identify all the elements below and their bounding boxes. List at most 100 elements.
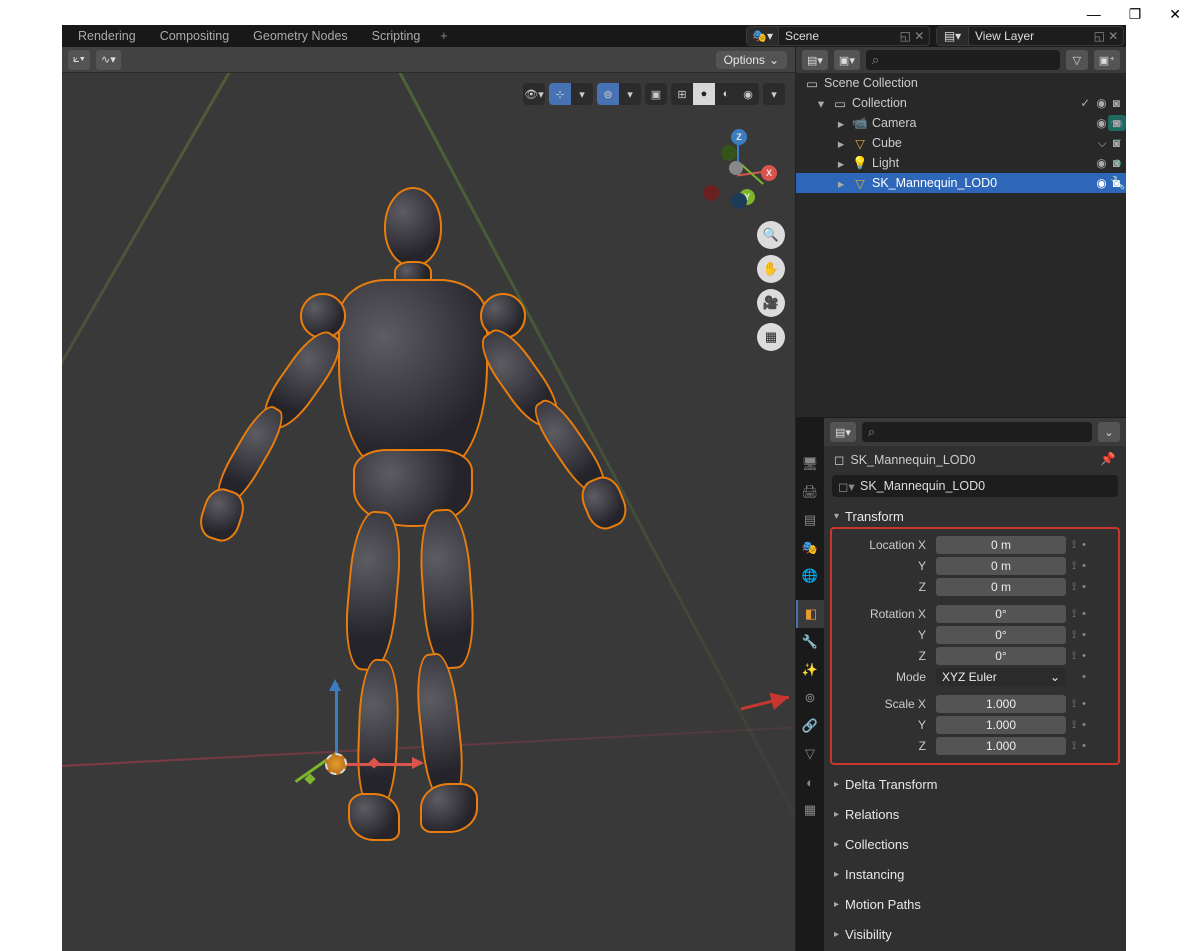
object-name-field[interactable]: ◻▾ SK_Mannequin_LOD0 <box>832 475 1118 497</box>
shading-material[interactable]: ◐ <box>715 83 737 105</box>
outliner-scene-collection[interactable]: ▭Scene Collection <box>796 73 1126 93</box>
tab-modifiers[interactable]: 🔧 <box>796 628 824 656</box>
section-motion-paths[interactable]: ▸Motion Paths <box>830 893 1120 915</box>
workspace-tab-geometry-nodes[interactable]: Geometry Nodes <box>243 25 357 47</box>
scene-selector-buttons[interactable]: ◱ ✕ <box>895 29 929 43</box>
location-z-input[interactable]: 0 m <box>936 578 1066 596</box>
outliner-filter-button[interactable]: ▽ <box>1066 50 1088 70</box>
pin-icon[interactable]: 📌 <box>1100 452 1116 467</box>
section-transform[interactable]: ▾ Transform <box>830 505 1120 527</box>
shading-solid[interactable]: ● <box>693 83 715 105</box>
gizmo-z-axis[interactable]: Z <box>731 129 747 145</box>
scale-x-input[interactable]: 1.000 <box>936 695 1066 713</box>
viewlayer-selector[interactable]: ▤▾ View Layer ◱ ✕ <box>936 26 1124 46</box>
perspective-toggle-button[interactable]: ▦ <box>757 323 785 351</box>
viewlayer-browse-icon: ▤▾ <box>937 27 969 45</box>
tab-object[interactable]: ◧ <box>796 600 824 628</box>
tab-particles[interactable]: ✨ <box>796 656 824 684</box>
section-collections[interactable]: ▸Collections <box>830 833 1120 855</box>
scene-browse-icon: 🎭▾ <box>747 27 779 45</box>
rotation-z-input[interactable]: 0° <box>936 647 1066 665</box>
gizmo-x-axis[interactable]: X <box>761 165 777 181</box>
location-y-input[interactable]: 0 m <box>936 557 1066 575</box>
tab-material[interactable]: ◐ <box>796 768 824 796</box>
tab-scene[interactable]: 🎭 <box>796 534 824 562</box>
viewport-3d[interactable]: 👁▾ ⊹ ▾ ⊚ ▾ ▣ ⊞ ● ◐ ◉ <box>62 73 795 951</box>
tab-world[interactable]: 🌐 <box>796 562 824 590</box>
scale-z-input[interactable]: 1.000 <box>936 737 1066 755</box>
outliner-display-mode[interactable]: ▤▾ <box>802 50 828 70</box>
overlays-menu[interactable]: ▾ <box>619 83 641 105</box>
pivot-menu[interactable]: ∿▾ <box>96 50 121 70</box>
workspace-tab-rendering[interactable]: Rendering <box>68 25 146 47</box>
gizmo-neg-y[interactable] <box>721 145 737 161</box>
viewport-area: ⟀▾ ∿▾ Options ⌄ <box>62 47 796 951</box>
outliner-new-collection-button[interactable]: ▣⁺ <box>1094 50 1120 70</box>
outliner-item-cube[interactable]: ▸▽ Cube ▽ ⌵◙ <box>796 133 1126 153</box>
chevron-down-icon: ⌄ <box>769 53 779 67</box>
tab-output[interactable]: 🖨 <box>796 478 824 506</box>
section-delta-transform[interactable]: ▸Delta Transform <box>830 773 1120 795</box>
scale-y-input[interactable]: 1.000 <box>936 716 1066 734</box>
camera-icon: ◙ <box>1113 116 1120 130</box>
location-x-input[interactable]: 0 m <box>936 536 1066 554</box>
animate-dot[interactable]: • <box>1082 539 1086 552</box>
outliner-item-light[interactable]: ▸💡 Light ◉ ◉◙ <box>796 153 1126 173</box>
workspace-add-button[interactable]: + <box>434 27 453 45</box>
orientation-menu[interactable]: ⟀▾ <box>68 50 90 70</box>
transform-gizmo[interactable] <box>310 683 450 803</box>
lock-icon[interactable]: ⟟ <box>1072 539 1076 552</box>
viewport-side-buttons: 🔍 ✋ 🎥 ▦ <box>757 221 785 351</box>
viewlayer-selector-buttons[interactable]: ◱ ✕ <box>1089 29 1123 43</box>
section-relations[interactable]: ▸Relations <box>830 803 1120 825</box>
outliner-collection[interactable]: ▾▭ Collection ✓◉◙ <box>796 93 1126 113</box>
tab-mesh[interactable]: ▽ <box>796 740 824 768</box>
camera-icon: ◙ <box>1113 156 1120 170</box>
outliner-search-input[interactable]: ⌕ <box>866 50 1060 70</box>
shading-rendered[interactable]: ◉ <box>737 83 759 105</box>
rotation-x-input[interactable]: 0° <box>936 605 1066 623</box>
outliner-view-menu[interactable]: ▣▾ <box>834 50 860 70</box>
shading-wireframe[interactable]: ⊞ <box>671 83 693 105</box>
gizmos-menu[interactable]: ▾ <box>571 83 593 105</box>
pan-button[interactable]: ✋ <box>757 255 785 283</box>
annotation-arrow <box>739 691 795 715</box>
properties-type-menu[interactable]: ▤▾ <box>830 422 856 442</box>
window-minimize[interactable]: — <box>1087 6 1101 23</box>
rotation-mode-dropdown[interactable]: XYZ Euler⌄ <box>936 668 1066 686</box>
tab-constraints[interactable]: 🔗 <box>796 712 824 740</box>
object-name-browse[interactable]: ◻▾ <box>838 479 860 494</box>
select-visibility-menu[interactable]: 👁▾ <box>523 83 545 105</box>
gizmos-toggle[interactable]: ⊹ <box>549 83 571 105</box>
zoom-button[interactable]: 🔍 <box>757 221 785 249</box>
tab-texture[interactable]: ▦ <box>796 796 824 824</box>
window-maximize[interactable]: ❐ <box>1129 6 1142 23</box>
axis-gizmo[interactable]: Z X Y <box>697 129 777 209</box>
gizmo-neg-x[interactable] <box>703 185 719 201</box>
overlays-toggle[interactable]: ⊚ <box>597 83 619 105</box>
window-close[interactable]: ✕ <box>1169 6 1181 23</box>
scene-selector[interactable]: 🎭▾ Scene ◱ ✕ <box>746 26 930 46</box>
rotation-y-input[interactable]: 0° <box>936 626 1066 644</box>
workspace-tab-compositing[interactable]: Compositing <box>150 25 239 47</box>
section-visibility[interactable]: ▸Visibility <box>830 923 1120 945</box>
properties-search-input[interactable]: ⌕ <box>862 422 1092 442</box>
viewport-header: ⟀▾ ∿▾ Options ⌄ <box>62 47 795 73</box>
tab-viewlayer[interactable]: ▤ <box>796 506 824 534</box>
section-instancing[interactable]: ▸Instancing <box>830 863 1120 885</box>
camera-view-button[interactable]: 🎥 <box>757 289 785 317</box>
properties-options-menu[interactable]: ⌄ <box>1098 422 1120 442</box>
tab-render[interactable]: 🖥 <box>796 450 824 478</box>
blender-window: Rendering Compositing Geometry Nodes Scr… <box>62 25 1126 895</box>
xray-toggle[interactable]: ▣ <box>645 83 667 105</box>
tab-physics[interactable]: ⊚ <box>796 684 824 712</box>
eye-icon: ◉ <box>1096 116 1106 130</box>
viewport-options-button[interactable]: Options ⌄ <box>716 51 787 69</box>
shading-options-menu[interactable]: ▾ <box>763 83 785 105</box>
workspace-tab-scripting[interactable]: Scripting <box>362 25 431 47</box>
gizmo-neg-z[interactable] <box>731 193 747 209</box>
eye-icon: ◉ <box>1096 96 1106 110</box>
eye-icon: ◉ <box>1096 176 1106 190</box>
outliner-item-sk-mannequin[interactable]: ▸▽ SK_Mannequin_LOD0 🔧 ◉◙ <box>796 173 1126 193</box>
outliner-item-camera[interactable]: ▸📹 Camera 📹 ◉◙ <box>796 113 1126 133</box>
